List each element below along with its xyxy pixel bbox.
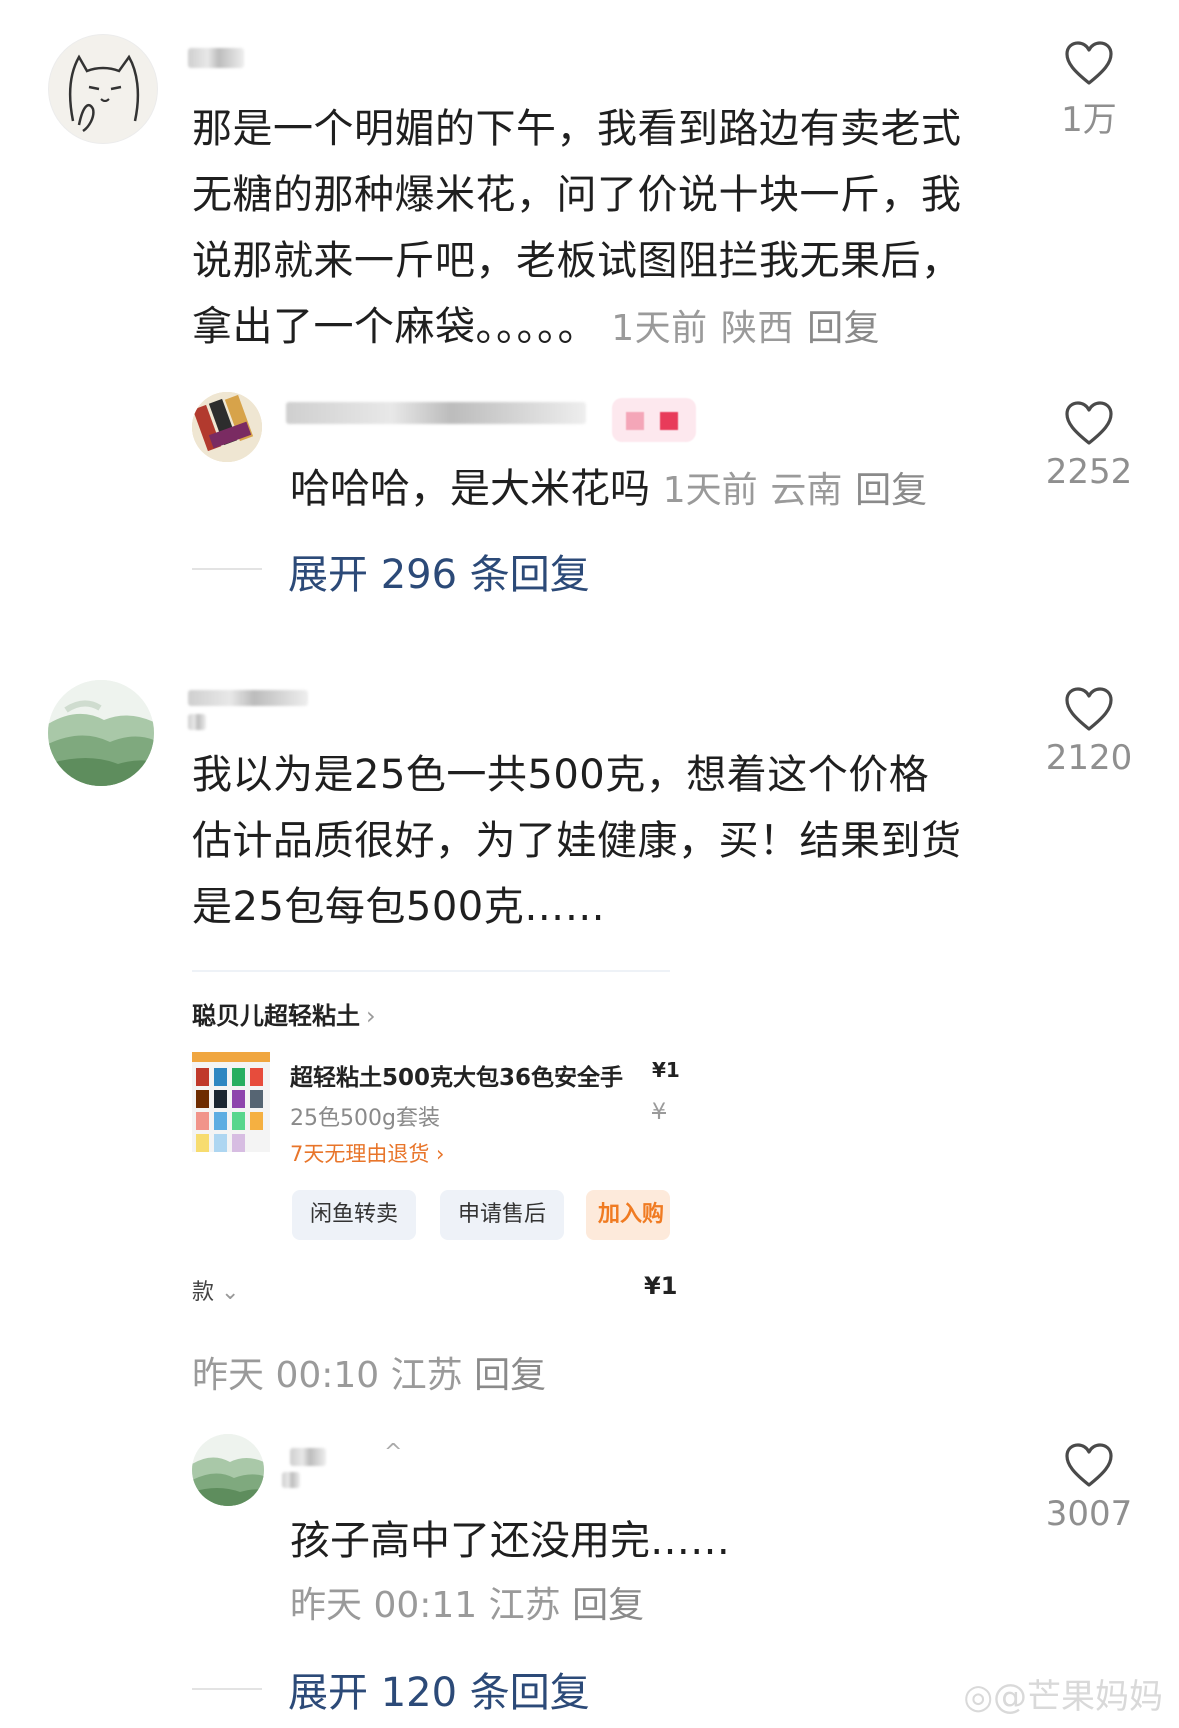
weibo-watermark: ◎@芒果妈妈 [963, 1677, 1163, 1717]
reply-2-meta: 昨天 00:11 江苏 回复 [290, 1576, 644, 1628]
comment-2-line-1: 我以为是25色一共500克，想着这个价格 [192, 752, 930, 798]
product-price: ¥1 [652, 1058, 680, 1082]
thumbnail-header-strip [192, 1052, 270, 1062]
shop-name-link[interactable]: 聪贝儿超轻粘土 › [192, 996, 376, 1031]
like-count-reply-2: 3007 [1045, 1494, 1133, 1534]
like-button-comment-2[interactable]: 2120 [1024, 686, 1154, 778]
expand-replies-1[interactable]: 展开 296 条回复 [288, 542, 590, 600]
reply-1-location: 云南 [770, 470, 843, 511]
product-thumbnail[interactable] [192, 1052, 270, 1152]
comment-2-time: 昨天 00:10 [192, 1355, 380, 1396]
after-sales-button[interactable]: 申请售后 [440, 1190, 564, 1240]
comment-1-reply-button[interactable]: 回复 [807, 308, 880, 349]
book-spines-avatar-icon [192, 392, 262, 462]
comment-2-location: 江苏 [390, 1355, 463, 1396]
expand-divider-1 [192, 568, 262, 570]
caret-up-icon: ^ [384, 1440, 403, 1465]
like-count-comment-2: 2120 [1045, 738, 1133, 778]
comment-2-meta: 昨天 00:10 江苏 回复 [192, 1346, 546, 1398]
username-blurred-reply-2[interactable] [290, 1448, 326, 1466]
reply-1-text: 哈哈哈，是大米花吗 [290, 466, 650, 512]
avatar-comment-2[interactable] [48, 680, 154, 786]
heart-outline-icon[interactable] [1064, 686, 1114, 732]
reply-1-line: 哈哈哈，是大米花吗 1天前 云南 回复 [290, 456, 927, 514]
reply-1-time: 1天前 [662, 470, 758, 511]
add-to-cart-button[interactable]: 加入购 [586, 1190, 670, 1240]
cat-avatar-icon [68, 54, 140, 133]
username-blurred-2b [188, 714, 206, 730]
like-button-comment-1[interactable]: 1万 [1024, 40, 1154, 141]
heart-outline-icon[interactable] [1064, 400, 1114, 446]
user-badge-blurred [612, 398, 696, 442]
comment-1-line-2: 无糖的那种爆米花，问了价说十块一斤，我 [192, 172, 962, 218]
like-count-reply-1: 2252 [1045, 452, 1133, 492]
product-card[interactable]: 聪贝儿超轻粘土 › 超轻粘土500克大包36色安全手 25色500g套装 7天无理… [192, 970, 680, 1332]
expand-divider-2 [192, 1688, 262, 1690]
product-title[interactable]: 超轻粘土500克大包36色安全手 [290, 1058, 623, 1092]
comment-1-location: 陕西 [720, 308, 794, 349]
avatar-reply-1[interactable] [192, 392, 262, 462]
comment-2-line-2: 估计品质很好，为了娃健康，买！结果到货 [192, 818, 962, 864]
chevron-right-icon: › [366, 1002, 376, 1030]
comment-1-time: 1天前 [611, 308, 708, 349]
reply-2-location: 江苏 [488, 1585, 561, 1626]
expand-replies-2[interactable]: 展开 120 条回复 [288, 1660, 590, 1718]
return-policy-link[interactable]: 7天无理由退货 › [290, 1138, 444, 1168]
product-original-price: ¥ [652, 1100, 666, 1125]
heart-outline-icon[interactable] [1064, 40, 1114, 86]
comment-1-line-3: 说那就来一斤吧，老板试图阻拦我无果后， [192, 238, 962, 284]
reply-2-reply-button[interactable]: 回复 [572, 1585, 644, 1626]
username-blurred-1[interactable] [188, 48, 244, 68]
reply-2-time: 昨天 00:11 [290, 1585, 478, 1626]
comment-2-reply-button[interactable]: 回复 [474, 1355, 546, 1396]
username-blurred-reply-2b [282, 1472, 300, 1488]
resell-button[interactable]: 闲鱼转卖 [292, 1190, 416, 1240]
comment-1-line-4: 拿出了一个麻袋。。。。。 1天前 陕西 回复 [192, 304, 881, 350]
username-blurred-reply-1[interactable] [286, 402, 586, 424]
product-spec: 25色500g套装 [290, 1106, 440, 1131]
weibo-logo-icon: ◎ [963, 1677, 993, 1717]
reply-1-reply-button[interactable]: 回复 [855, 470, 927, 511]
comment-2-line-3: 是25包每包500克…… [192, 884, 606, 930]
avatar-comment-1[interactable] [48, 34, 158, 144]
heart-outline-icon[interactable] [1064, 1442, 1114, 1488]
like-count-comment-1: 1万 [1061, 100, 1117, 140]
comment-2-text: 我以为是25色一共500克，想着这个价格 估计品质很好，为了娃健康，买！结果到货… [192, 742, 1022, 940]
chevron-down-icon: ⌄ [221, 1280, 240, 1305]
landscape-avatar-icon [192, 1434, 264, 1506]
like-button-reply-2[interactable]: 3007 [1024, 1442, 1154, 1534]
reply-2-text: 孩子高中了还没用完…… [290, 1518, 730, 1564]
like-button-reply-1[interactable]: 2252 [1024, 400, 1154, 492]
comment-1-line-1: 那是一个明媚的下午，我看到路边有卖老式 [192, 106, 962, 152]
total-price: ¥1 [644, 1272, 678, 1300]
variant-selector[interactable]: 款 ⌄ [192, 1274, 239, 1306]
username-blurred-2[interactable] [188, 690, 308, 706]
avatar-reply-2[interactable] [192, 1434, 264, 1506]
comment-1-text: 那是一个明媚的下午，我看到路边有卖老式 无糖的那种爆米花，问了价说十块一斤，我 … [192, 96, 1022, 362]
landscape-avatar-icon [48, 680, 154, 786]
